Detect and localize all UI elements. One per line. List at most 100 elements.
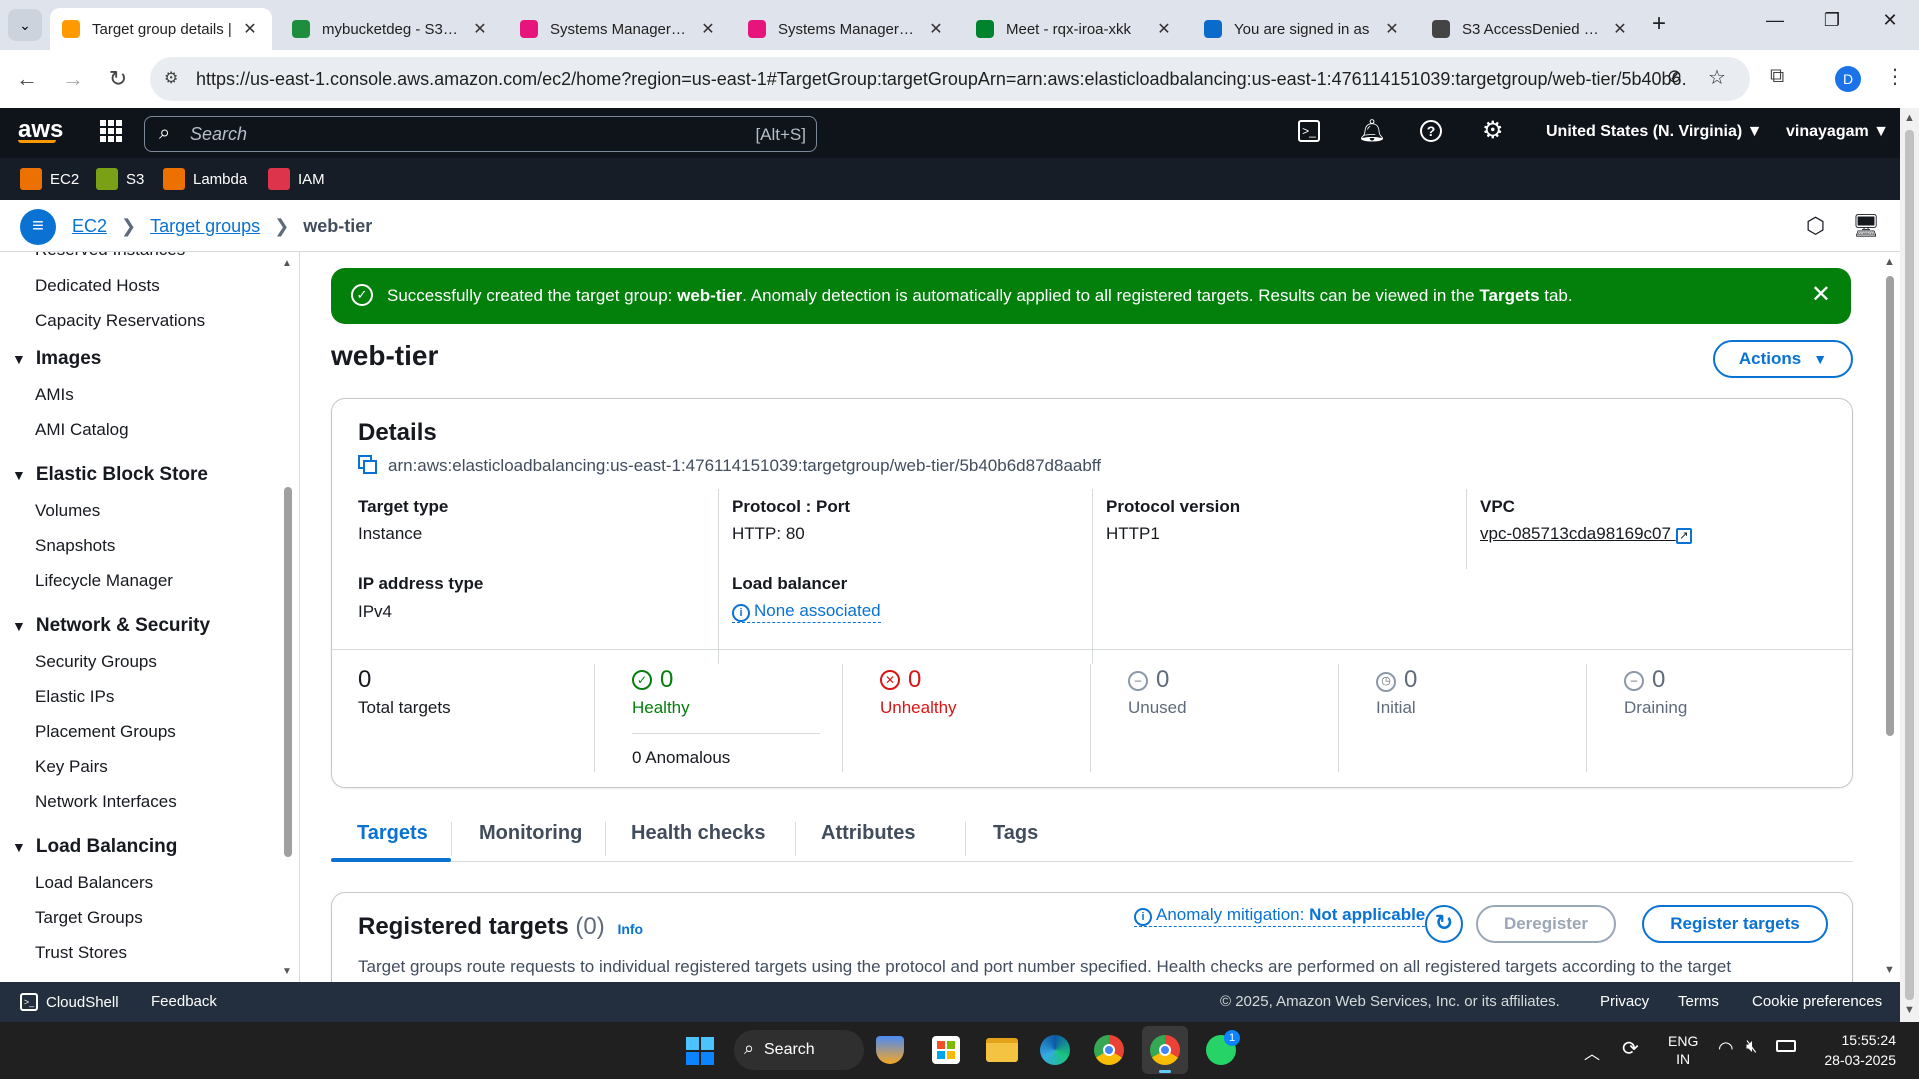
favorite-iam[interactable]: IAM — [268, 168, 325, 190]
favorite-s3[interactable]: S3 — [96, 168, 144, 190]
aws-search-input[interactable]: ⌕ Search [Alt+S] — [144, 116, 817, 152]
sidebar-scroll-thumb[interactable] — [284, 487, 292, 857]
sidebar-item-dedicated-hosts[interactable]: Dedicated Hosts — [35, 276, 160, 296]
minimize-icon[interactable]: — — [1755, 10, 1795, 31]
clock[interactable]: 15:55:24 28-03-2025 — [1818, 1030, 1896, 1070]
info-link[interactable]: Info — [617, 921, 643, 937]
browser-menu-icon[interactable]: ⋮ — [1885, 64, 1905, 89]
notifications-bell-icon[interactable]: 🔔︎ — [1358, 118, 1386, 144]
sidebar-section-network-security[interactable]: ▼ Network & Security — [12, 615, 210, 637]
store-app-icon[interactable] — [932, 1036, 960, 1064]
extensions-icon[interactable]: ⧉ — [1770, 65, 1784, 88]
browser-tab[interactable]: Meet - rqx-iroa-xkk ✕ — [964, 8, 1186, 50]
lb-link[interactable]: i None associated — [732, 601, 881, 623]
tab-close-icon[interactable]: ✕ — [1154, 19, 1174, 39]
sidebar-item-key-pairs[interactable]: Key Pairs — [35, 757, 108, 777]
browser-tab[interactable]: Systems Manager | u ✕ — [736, 8, 958, 50]
deregister-button[interactable]: Deregister — [1476, 905, 1616, 943]
sidebar-item-volumes[interactable]: Volumes — [35, 501, 100, 521]
forward-icon[interactable]: → — [58, 66, 88, 92]
terms-link[interactable]: Terms — [1678, 993, 1719, 1010]
sidebar-section-images[interactable]: ▼ Images — [12, 348, 101, 370]
sidebar-item-security-groups[interactable]: Security Groups — [35, 652, 157, 672]
side-nav-toggle-icon[interactable]: ≡ — [20, 209, 56, 245]
sidebar-item-amis[interactable]: AMIs — [35, 385, 74, 405]
volume-muted-icon[interactable]: 🔇︎ — [1746, 1036, 1757, 1057]
feedback-link[interactable]: Feedback — [151, 993, 217, 1010]
favorite-ec2[interactable]: EC2 — [20, 168, 79, 190]
cloudshell-button[interactable]: >_ CloudShell — [20, 993, 119, 1011]
help-icon[interactable]: ? — [1420, 120, 1442, 142]
settings-gear-icon[interactable]: ⚙ — [1482, 116, 1504, 145]
tab-close-icon[interactable]: ✕ — [240, 19, 260, 39]
services-grid-icon[interactable] — [100, 120, 122, 142]
tab-tags[interactable]: Tags — [993, 822, 1038, 845]
page-scroll-thumb[interactable] — [1905, 130, 1914, 1000]
language-indicator[interactable]: ENG IN — [1668, 1032, 1698, 1068]
cloudshell-icon[interactable]: >_ — [1298, 120, 1320, 142]
no-cast-icon[interactable]: ⊘ — [1667, 66, 1682, 87]
show-hidden-icons-chevron-icon[interactable]: ︿ — [1584, 1040, 1600, 1064]
sidebar-item-placement-groups[interactable]: Placement Groups — [35, 722, 176, 742]
tab-close-icon[interactable]: ✕ — [926, 19, 946, 39]
sidebar-scrollbar[interactable]: ▲ ▼ — [280, 252, 294, 982]
tab-close-icon[interactable]: ✕ — [1382, 19, 1402, 39]
aws-logo[interactable]: aws — [18, 116, 63, 143]
tab-monitoring[interactable]: Monitoring — [479, 822, 582, 845]
tab-close-icon[interactable]: ✕ — [1610, 19, 1630, 39]
privacy-link[interactable]: Privacy — [1600, 993, 1649, 1010]
bookmark-star-icon[interactable]: ☆ — [1708, 65, 1726, 90]
url-bar[interactable]: ⚙ https://us-east-1.console.aws.amazon.c… — [150, 57, 1750, 101]
tab-targets[interactable]: Targets — [357, 822, 428, 845]
chrome-profile-active-icon[interactable] — [1142, 1026, 1188, 1074]
register-targets-button[interactable]: Register targets — [1642, 905, 1828, 943]
tab-close-icon[interactable]: ✕ — [470, 19, 490, 39]
windows-start-icon[interactable] — [686, 1037, 714, 1065]
sidebar-item-reserved-instances[interactable]: Reserved Instances — [35, 252, 185, 260]
sync-icon[interactable]: ⟳ — [1622, 1036, 1639, 1061]
breadcrumb-ec2[interactable]: EC2 — [72, 216, 107, 237]
notifications-panel-icon[interactable]: ⬡ — [1806, 213, 1825, 239]
sidebar-item-ami-catalog[interactable]: AMI Catalog — [35, 420, 129, 440]
profile-avatar[interactable]: D — [1835, 66, 1861, 92]
sidebar-item-trust-stores[interactable]: Trust Stores — [35, 943, 127, 963]
copy-icon[interactable] — [358, 455, 378, 475]
sidebar-section-load-balancing[interactable]: ▼ Load Balancing — [12, 836, 177, 858]
restore-icon[interactable]: ❐ — [1812, 10, 1852, 31]
sidebar-item-network-interfaces[interactable]: Network Interfaces — [35, 792, 177, 812]
region-selector[interactable]: United States (N. Virginia) ▼ — [1546, 123, 1762, 141]
browser-tab[interactable]: mybucketdeg - S3 bu ✕ — [280, 8, 502, 50]
anomaly-mitigation-link[interactable]: i Anomaly mitigation: Not applicable — [1134, 905, 1426, 927]
user-menu[interactable]: vinayagam ▼ — [1786, 123, 1889, 141]
tab-search-button[interactable]: ⌄ — [8, 9, 42, 41]
content-scrollbar[interactable]: ▲ ▼ — [1880, 252, 1900, 982]
reload-icon[interactable]: ↻ — [103, 66, 133, 92]
sidebar-item-target-groups[interactable]: Target Groups — [35, 908, 143, 928]
sidebar-item-elastic-ips[interactable]: Elastic IPs — [35, 687, 114, 707]
tab-health-checks[interactable]: Health checks — [631, 822, 766, 845]
feedback-monitor-icon[interactable]: 🖥︎ — [1852, 213, 1880, 239]
browser-tab[interactable]: You are signed in as ✕ — [1192, 8, 1414, 50]
actions-button[interactable]: Actions ▼ — [1713, 340, 1853, 378]
cookie-preferences-link[interactable]: Cookie preferences — [1752, 993, 1882, 1010]
browser-tab[interactable]: S3 AccessDenied Res ✕ — [1420, 8, 1642, 50]
close-icon[interactable]: ✕ — [1811, 280, 1831, 309]
edge-browser-icon[interactable] — [1040, 1035, 1070, 1065]
breadcrumb-target-groups[interactable]: Target groups — [150, 216, 260, 237]
battery-icon[interactable] — [1776, 1040, 1796, 1052]
file-explorer-icon[interactable] — [986, 1038, 1018, 1062]
window-close-icon[interactable]: ✕ — [1870, 10, 1910, 31]
copilot-app-icon[interactable] — [876, 1036, 904, 1064]
chrome-icon[interactable] — [1094, 1035, 1124, 1065]
browser-tab[interactable]: Target group details | ✕ — [50, 8, 272, 50]
back-icon[interactable]: ← — [12, 66, 42, 92]
refresh-button[interactable]: ↻ — [1425, 905, 1463, 943]
sidebar-item-lifecycle-manager[interactable]: Lifecycle Manager — [35, 571, 173, 591]
page-scrollbar[interactable]: ▲ ▼ — [1900, 108, 1919, 1022]
tab-attributes[interactable]: Attributes — [821, 822, 915, 845]
content-scroll-thumb[interactable] — [1886, 276, 1894, 736]
new-tab-button[interactable]: + — [1652, 10, 1666, 38]
site-info-icon[interactable]: ⚙ — [164, 68, 178, 88]
taskbar-search[interactable]: ⌕ Search — [734, 1030, 864, 1070]
browser-tab[interactable]: Systems Manager | u ✕ — [508, 8, 730, 50]
